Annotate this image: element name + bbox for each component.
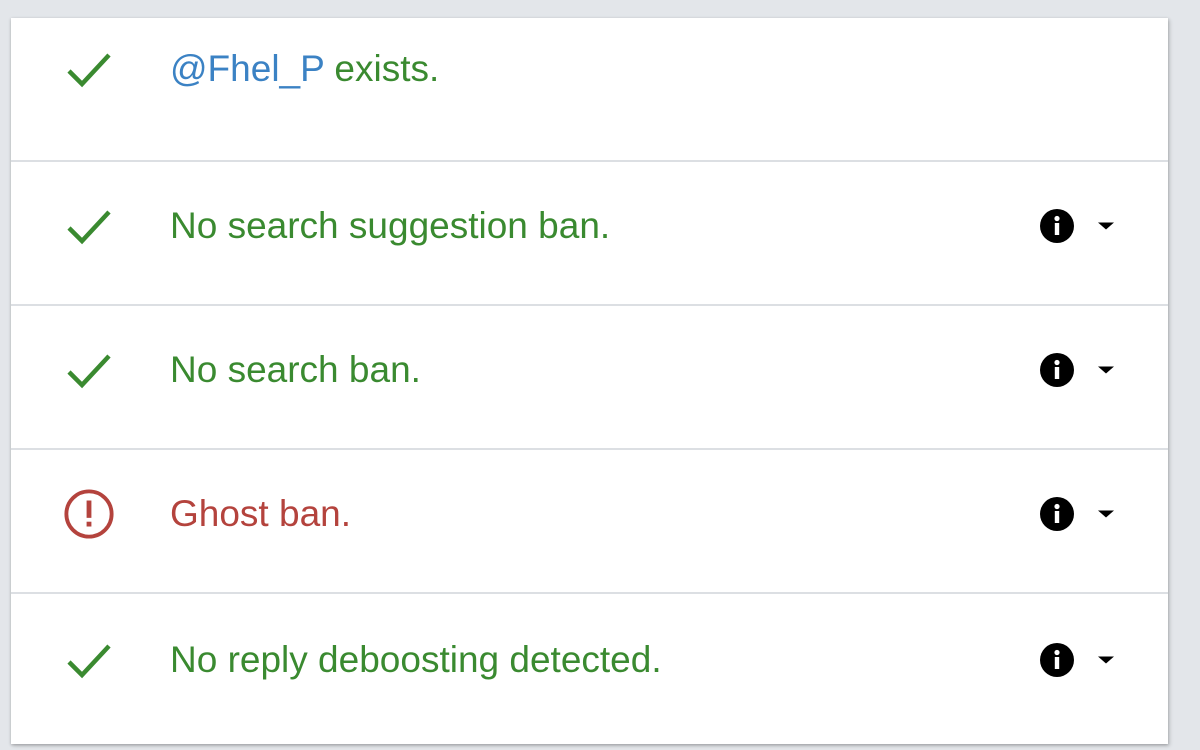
result-row-ghost-ban: Ghost ban. [11, 450, 1168, 594]
info-icon[interactable] [1040, 209, 1074, 243]
results-card: @Fhel_P exists. No search suggestion ban… [11, 18, 1168, 744]
check-icon [63, 634, 115, 686]
check-icon [63, 344, 115, 396]
account-handle-link[interactable]: @Fhel_P [170, 48, 324, 89]
result-row-reply-deboosting: No reply deboosting detected. [11, 594, 1168, 740]
info-icon[interactable] [1040, 643, 1074, 677]
alert-circle-icon [63, 488, 115, 540]
result-row-account-exists: @Fhel_P exists. [11, 18, 1168, 162]
check-icon [63, 43, 115, 95]
info-icon[interactable] [1040, 353, 1074, 387]
result-row-search-suggestion-ban: No search suggestion ban. [11, 162, 1168, 306]
info-icon[interactable] [1040, 497, 1074, 531]
chevron-down-icon[interactable] [1098, 656, 1114, 664]
check-icon [63, 200, 115, 252]
result-text: Ghost ban. [170, 493, 352, 534]
chevron-down-icon[interactable] [1098, 366, 1114, 374]
result-text: exists. [324, 48, 440, 89]
result-text: No search suggestion ban. [170, 205, 611, 246]
result-text: No reply deboosting detected. [170, 639, 662, 680]
chevron-down-icon[interactable] [1098, 510, 1114, 518]
result-row-search-ban: No search ban. [11, 306, 1168, 450]
chevron-down-icon[interactable] [1098, 222, 1114, 230]
result-text: No search ban. [170, 349, 421, 390]
result-label: @Fhel_P exists. [170, 48, 439, 90]
